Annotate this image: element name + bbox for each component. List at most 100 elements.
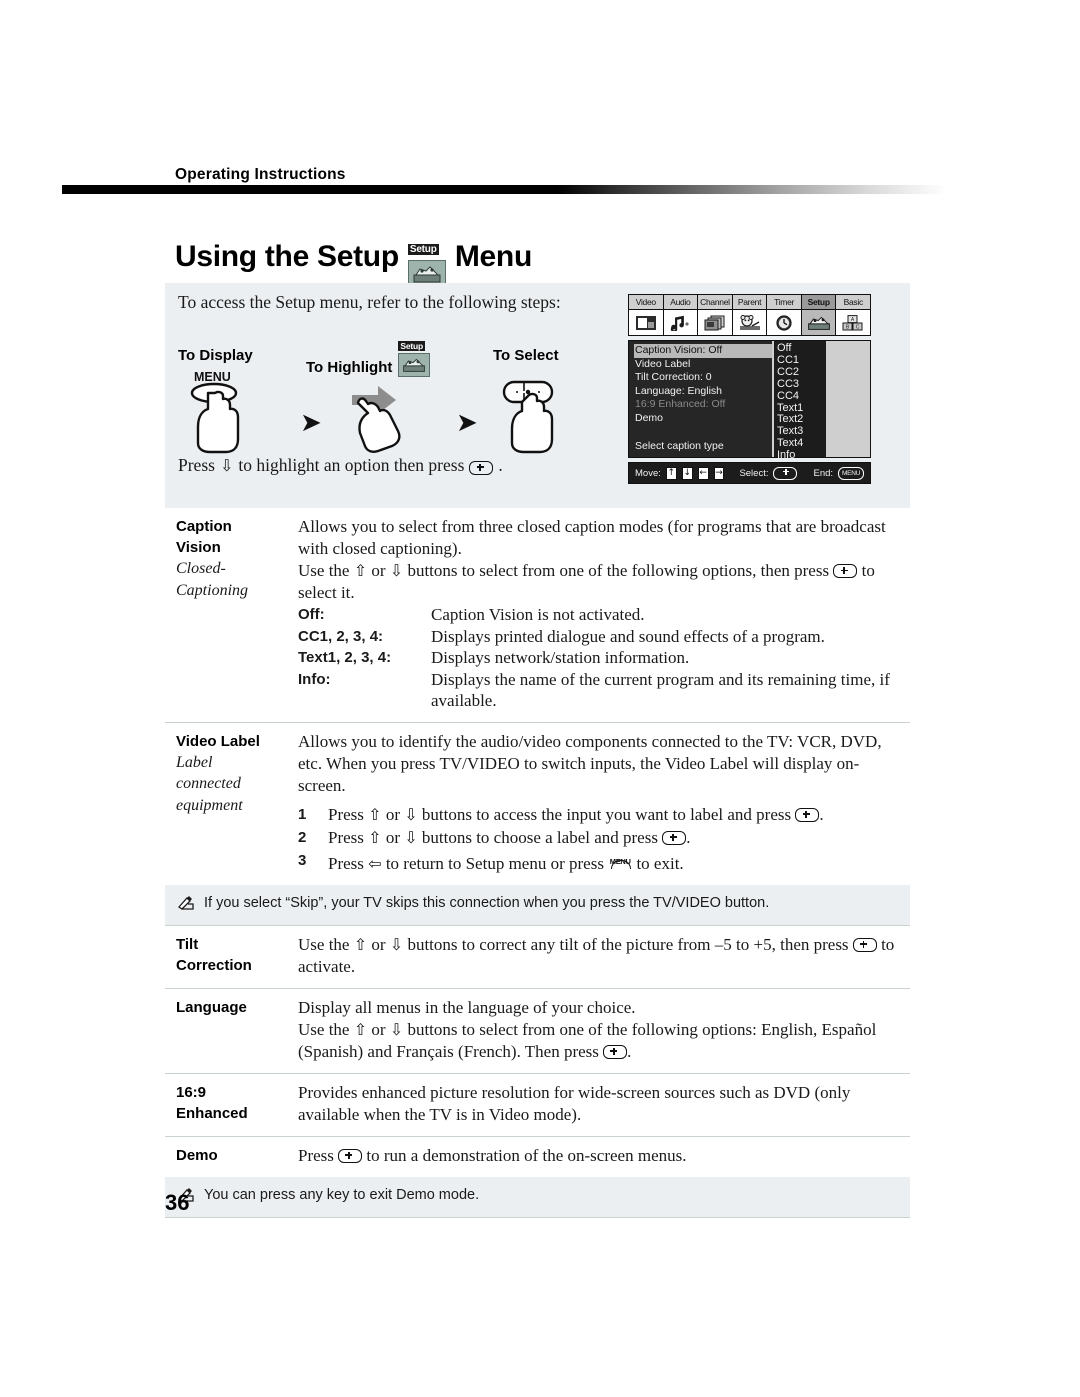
term-line: Tilt xyxy=(176,935,199,953)
section-description-column: Press to run a demonstration of the on-s… xyxy=(298,1145,910,1167)
osd-tab-label: Timer xyxy=(767,295,801,310)
osd-menu-bar: Video Audio Channel Parent Timer Setup B… xyxy=(628,294,871,336)
option-desc: Displays the name of the current program… xyxy=(431,669,890,711)
arrow-down-glyph: ⇩ xyxy=(404,827,418,847)
osd-menu-item[interactable]: Video Label xyxy=(634,358,772,372)
option-key: CC1, 2, 3, 4: xyxy=(298,627,384,645)
osd-option[interactable]: Info xyxy=(774,449,826,462)
osd-menu-item[interactable]: Language: English xyxy=(634,385,772,399)
step-label-to-select: To Select xyxy=(493,347,559,364)
section-term-column: Demo xyxy=(165,1145,298,1167)
osd-tab-label: Setup xyxy=(801,295,836,310)
section-video-label: Video Label Label connected equipment Al… xyxy=(165,723,910,926)
arrow-up-glyph: ⇧ xyxy=(368,804,382,824)
osd-tab-basic[interactable]: Basic ABC xyxy=(836,295,871,335)
note-text: If you select “Skip”, your TV skips this… xyxy=(204,894,770,911)
section-demo: Demo Press to run a demonstration of the… xyxy=(165,1137,910,1218)
note-box-skip: If you select “Skip”, your TV skips this… xyxy=(165,884,910,925)
numbered-step: 2 Press ⇧ or ⇩ buttons to choose a label… xyxy=(298,826,904,849)
osd-select-label: Select: xyxy=(739,467,769,479)
note-pencil-icon xyxy=(177,895,195,916)
channel-icon xyxy=(698,310,732,335)
arrow-left-key-icon: ← xyxy=(697,466,709,480)
section-language: Language Display all menus in the langua… xyxy=(165,989,910,1074)
step-text: Press ⇧ or ⇩ buttons to choose a label a… xyxy=(328,827,691,847)
osd-tab-parent[interactable]: Parent xyxy=(732,295,768,335)
section-169-enhanced: 16:9 Enhanced Provides enhanced picture … xyxy=(165,1074,910,1137)
term-line: Enhanced xyxy=(176,1104,248,1122)
manual-page: Operating Instructions Using the Setup S… xyxy=(0,0,1080,1397)
page-title: Using the Setup Setup Menu xyxy=(175,226,532,288)
osd-tab-timer[interactable]: Timer xyxy=(767,295,802,335)
section-term-column: Language xyxy=(165,997,298,1063)
osd-option[interactable]: CC2 xyxy=(774,366,826,379)
arrow-hand-illustration xyxy=(352,386,401,453)
header-rule xyxy=(62,185,946,194)
select-button-glyph xyxy=(469,460,494,475)
term-line: Caption xyxy=(176,518,232,535)
osd-end-label: End: xyxy=(813,467,834,479)
running-head: Operating Instructions xyxy=(175,166,346,183)
section-caption-vision: Caption Vision Closed- Captioning Allows… xyxy=(165,508,910,723)
numbered-step: 3 Press ⇦ to return to Setup menu or pre… xyxy=(298,849,904,875)
osd-right-panel xyxy=(828,341,870,457)
osd-option[interactable]: CC4 xyxy=(774,390,826,403)
arrow-right-icon-2: ➤ xyxy=(456,407,478,437)
page-title-before: Using the Setup xyxy=(175,240,399,273)
osd-tab-label: Channel xyxy=(698,295,732,310)
option-desc: Displays network/station information. xyxy=(431,648,690,667)
intro-lead: To access the Setup menu, refer to the f… xyxy=(178,292,561,312)
osd-menu-item[interactable]: Demo xyxy=(634,412,772,426)
osd-menu-item[interactable]: Caption Vision: Off xyxy=(634,344,772,358)
option-desc: Displays printed dialogue and sound effe… xyxy=(431,626,825,646)
section-term-column: Video Label Label connected equipment xyxy=(165,731,298,875)
menu-key-label: MENU xyxy=(194,370,231,384)
description-paragraph: Allows you to identify the audio/video c… xyxy=(298,731,882,795)
arrow-up-glyph: ⇧ xyxy=(353,934,368,954)
option-key: Info: xyxy=(298,670,331,688)
select-button-glyph xyxy=(662,830,687,845)
step-illustrations: MENU ➤ ➤ xyxy=(178,370,598,454)
option-row: Info: Displays the name of the current p… xyxy=(298,669,904,712)
osd-tab-channel[interactable]: Channel xyxy=(698,295,733,335)
description-paragraph: Press to run a demonstration of the on-s… xyxy=(298,1145,687,1165)
term-line: Vision xyxy=(176,539,221,556)
section-description-column: Provides enhanced picture resolution for… xyxy=(298,1082,910,1126)
select-button-glyph xyxy=(852,937,877,952)
term-line: Video Label xyxy=(176,732,260,750)
page-title-after: Menu xyxy=(454,240,532,273)
step-number: 2 xyxy=(298,828,307,846)
osd-tab-setup[interactable]: Setup xyxy=(801,295,837,335)
osd-tab-audio[interactable]: Audio xyxy=(663,295,699,335)
osd-move-label: Move: xyxy=(635,467,661,479)
select-button-glyph xyxy=(795,807,820,822)
osd-hint-text: Select caption type xyxy=(635,440,724,452)
osd-menu-item[interactable]: Tilt Correction: 0 xyxy=(634,371,772,385)
subterm-line: connected xyxy=(176,775,241,792)
audio-icon xyxy=(663,310,698,335)
arrow-down-glyph: ⇩ xyxy=(404,804,418,824)
section-description-column: Display all menus in the language of you… xyxy=(298,997,910,1063)
section-description-column: Allows you to select from three closed c… xyxy=(298,516,910,712)
select-button-glyph xyxy=(338,1148,363,1163)
osd-body: Caption Vision: Off Video Label Tilt Cor… xyxy=(628,340,871,461)
section-tilt-correction: Tilt Correction Use the ⇧ or ⇩ buttons t… xyxy=(165,926,910,989)
term-line: Correction xyxy=(176,956,252,974)
arrow-up-glyph: ⇧ xyxy=(353,1019,368,1039)
step-number: 1 xyxy=(298,805,307,823)
setup-menu-icon: Setup xyxy=(407,226,446,288)
option-row: Text1, 2, 3, 4: Displays network/station… xyxy=(298,647,904,669)
arrow-down-glyph: ⇩ xyxy=(219,455,234,475)
note-text: You can press any key to exit Demo mode. xyxy=(204,1186,480,1203)
arrow-up-glyph: ⇧ xyxy=(353,561,368,580)
term-line: Language xyxy=(176,998,247,1016)
description-paragraph: Use the ⇧ or ⇩ buttons to correct any ti… xyxy=(298,934,895,976)
select-button-icon xyxy=(773,466,797,480)
numbered-step: 1 Press ⇧ or ⇩ buttons to access the inp… xyxy=(298,803,904,826)
osd-tab-video[interactable]: Video xyxy=(629,295,664,335)
osd-option[interactable]: CC3 xyxy=(774,378,826,391)
basic-icon: ABC xyxy=(836,310,871,335)
select-button-glyph xyxy=(603,1044,628,1059)
subterm-line: Label xyxy=(176,753,213,771)
parent-icon xyxy=(732,310,767,335)
